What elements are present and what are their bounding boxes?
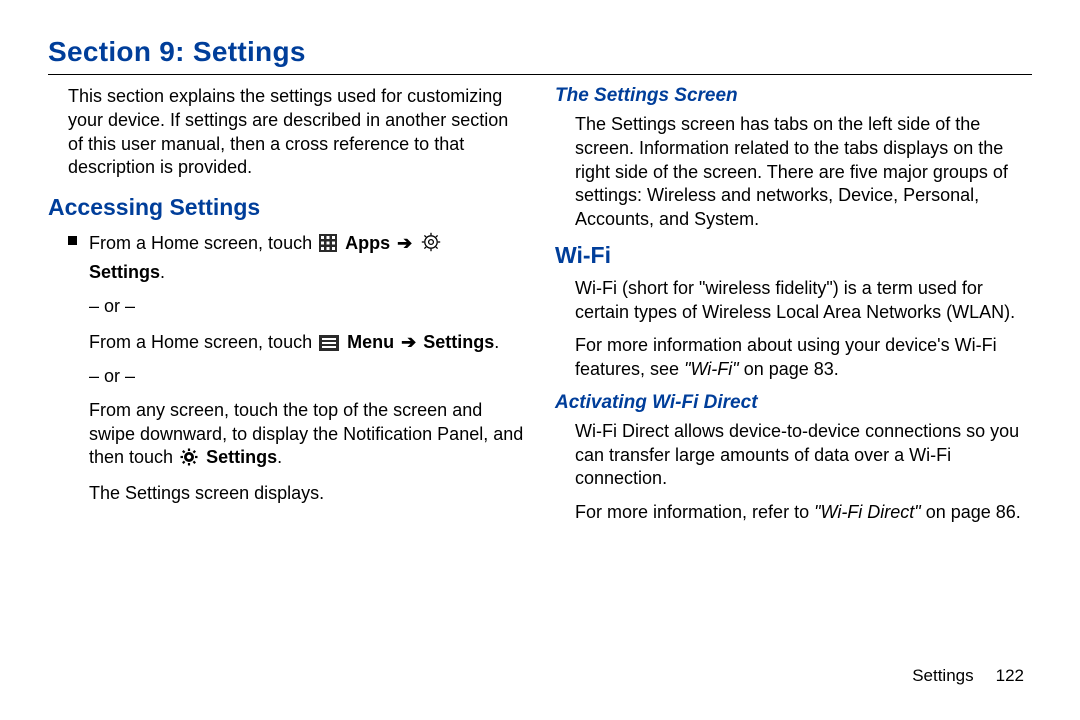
menu-label: Menu xyxy=(347,332,394,352)
wifi-direct-text-1: Wi-Fi Direct allows device-to-device con… xyxy=(555,420,1032,491)
step-line-2: From a Home screen, touch Menu ➔ Settin xyxy=(89,328,525,357)
settings-screen-text: The Settings screen has tabs on the left… xyxy=(555,113,1032,232)
xref: "Wi-Fi Direct" xyxy=(814,502,921,522)
heading-accessing-settings: Accessing Settings xyxy=(48,194,525,221)
page-number: 122 xyxy=(996,666,1024,685)
xref: "Wi-Fi" xyxy=(684,359,739,379)
page-title: Section 9: Settings xyxy=(48,36,1032,68)
square-bullet-icon xyxy=(68,236,77,245)
or-text: – or – xyxy=(89,365,525,389)
settings-gear-solid-icon xyxy=(180,448,198,466)
or-text: – or – xyxy=(89,295,525,319)
text: From a Home screen, touch xyxy=(89,332,317,352)
divider xyxy=(48,74,1032,75)
footer-label: Settings xyxy=(912,666,973,685)
apps-grid-icon xyxy=(319,234,337,252)
apps-label: Apps xyxy=(345,233,390,253)
heading-wifi-direct: Activating Wi-Fi Direct xyxy=(555,392,1032,414)
text: From a Home screen, touch xyxy=(89,233,317,253)
heading-wifi: Wi-Fi xyxy=(555,242,1032,269)
heading-settings-screen: The Settings Screen xyxy=(555,85,1032,107)
right-column: The Settings Screen The Settings screen … xyxy=(555,85,1032,535)
text: on page 86. xyxy=(921,502,1021,522)
arrow-icon: ➔ xyxy=(395,233,414,253)
text: . xyxy=(160,262,165,282)
wifi-text-2: For more information about using your de… xyxy=(555,334,1032,382)
arrow-icon: ➔ xyxy=(399,332,418,352)
menu-icon xyxy=(319,335,339,351)
text: on page 83. xyxy=(739,359,839,379)
text: . xyxy=(277,447,282,467)
settings-label: Settings xyxy=(206,447,277,467)
left-column: This section explains the settings used … xyxy=(48,85,525,535)
wifi-direct-text-2: For more information, refer to "Wi-Fi Di… xyxy=(555,501,1032,525)
text: From any screen, touch the top of the sc… xyxy=(89,400,523,468)
text: . xyxy=(494,332,499,352)
settings-label: Settings xyxy=(423,332,494,352)
settings-label: Settings xyxy=(89,262,160,282)
text: For more information, refer to xyxy=(575,502,814,522)
result-text: The Settings screen displays. xyxy=(89,482,525,506)
page-footer: Settings 122 xyxy=(912,666,1024,686)
step-line-3: From any screen, touch the top of the sc… xyxy=(89,399,525,470)
settings-gear-outline-icon xyxy=(421,232,441,252)
intro-text: This section explains the settings used … xyxy=(48,85,525,180)
step-line-1: From a Home screen, touch xyxy=(89,229,525,287)
wifi-text-1: Wi-Fi (short for "wireless fidelity") is… xyxy=(555,277,1032,325)
